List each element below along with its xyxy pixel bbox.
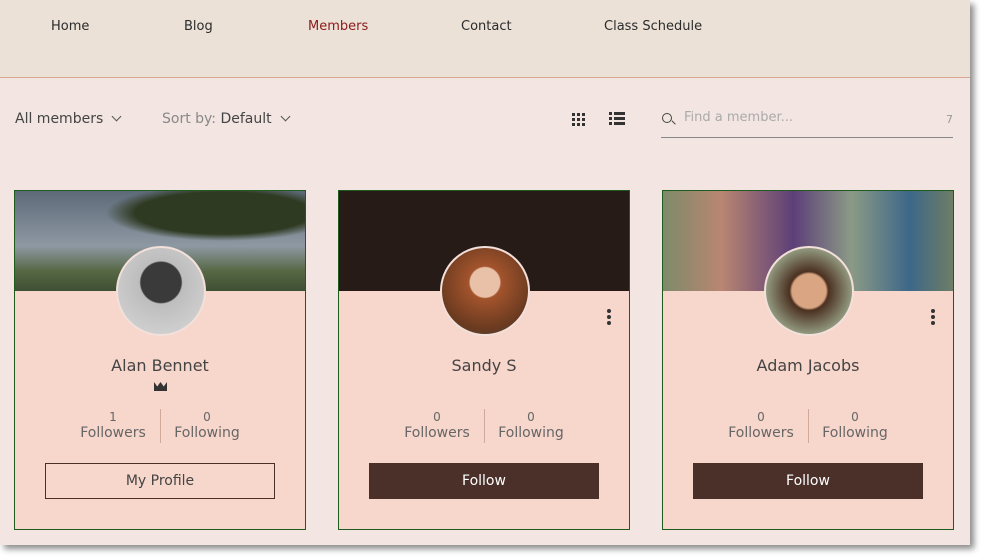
avatar[interactable] <box>764 246 854 336</box>
member-name[interactable]: Adam Jacobs <box>663 356 953 375</box>
followers-stat[interactable]: 0 Followers <box>715 409 808 443</box>
nav-class-schedule[interactable]: Class Schedule <box>604 19 702 34</box>
member-name[interactable]: Alan Bennet <box>15 356 305 375</box>
followers-count: 0 <box>757 410 765 424</box>
followers-count: 1 <box>109 410 117 424</box>
following-label: Following <box>498 425 564 441</box>
followers-stat[interactable]: 1 Followers <box>67 409 160 443</box>
page: Home Blog Members Contact Class Schedule… <box>0 0 970 545</box>
search-icon <box>662 113 672 123</box>
sort-value: Default <box>220 111 272 127</box>
member-card: Adam Jacobs 0 Followers 0 Following Follow <box>662 190 954 530</box>
member-name[interactable]: Sandy S <box>339 356 629 375</box>
crown-icon <box>154 382 167 391</box>
follow-button[interactable]: Follow <box>369 463 599 499</box>
more-options-icon[interactable] <box>607 309 611 327</box>
following-label: Following <box>174 425 240 441</box>
following-count: 0 <box>203 410 211 424</box>
more-options-icon[interactable] <box>931 309 935 327</box>
member-stats: 1 Followers 0 Following <box>15 409 305 443</box>
member-stats: 0 Followers 0 Following <box>339 409 629 443</box>
member-count: 7 <box>946 113 953 126</box>
grid-view-icon[interactable] <box>572 113 585 126</box>
following-stat[interactable]: 0 Following <box>161 409 254 443</box>
member-card: Sandy S 0 Followers 0 Following Follow <box>338 190 630 530</box>
sort-label: Sort by: <box>162 111 217 127</box>
avatar[interactable] <box>440 246 530 336</box>
follow-button[interactable]: Follow <box>693 463 923 499</box>
nav-home[interactable]: Home <box>51 19 89 34</box>
following-count: 0 <box>851 410 859 424</box>
list-view-icon[interactable] <box>609 112 625 127</box>
nav-contact[interactable]: Contact <box>461 19 512 34</box>
member-stats: 0 Followers 0 Following <box>663 409 953 443</box>
sort-dropdown[interactable]: Sort by: Default <box>162 111 291 127</box>
followers-label: Followers <box>404 425 470 441</box>
followers-label: Followers <box>728 425 794 441</box>
chevron-down-icon <box>111 111 122 122</box>
avatar[interactable] <box>116 246 206 336</box>
following-label: Following <box>822 425 888 441</box>
following-count: 0 <box>527 410 535 424</box>
filter-value: All members <box>15 111 104 127</box>
following-stat[interactable]: 0 Following <box>809 409 902 443</box>
followers-count: 0 <box>433 410 441 424</box>
following-stat[interactable]: 0 Following <box>485 409 578 443</box>
member-card: Alan Bennet 1 Followers 0 Following My Pro… <box>14 190 306 530</box>
filter-dropdown[interactable]: All members <box>15 111 122 127</box>
followers-stat[interactable]: 0 Followers <box>391 409 484 443</box>
top-nav: Home Blog Members Contact Class Schedule <box>0 0 970 78</box>
search-input[interactable] <box>684 110 924 125</box>
nav-members[interactable]: Members <box>308 19 368 34</box>
chevron-down-icon <box>280 111 291 122</box>
nav-blog[interactable]: Blog <box>184 19 213 34</box>
followers-label: Followers <box>80 425 146 441</box>
member-search: 7 <box>661 104 953 138</box>
my-profile-button[interactable]: My Profile <box>45 463 275 499</box>
